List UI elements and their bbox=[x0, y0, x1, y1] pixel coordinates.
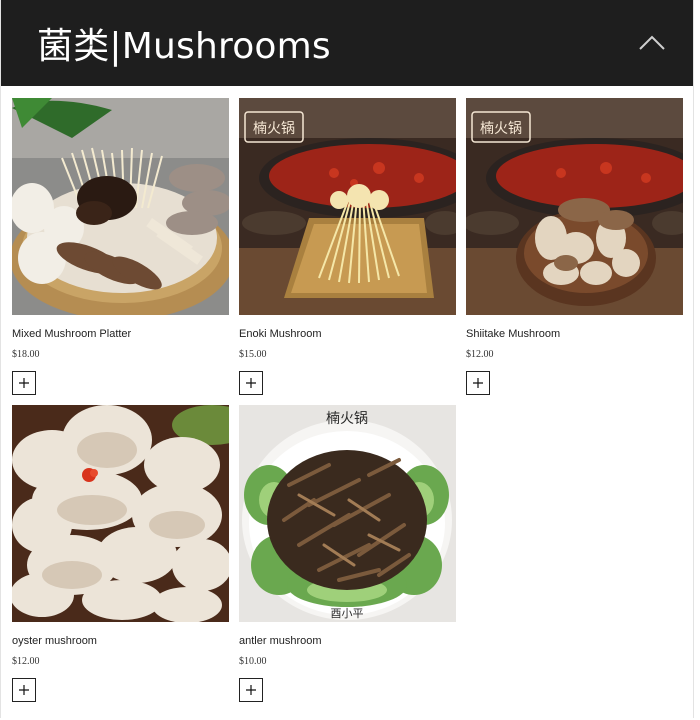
product-name: oyster mushroom bbox=[12, 635, 97, 647]
product-price: $15.00 bbox=[239, 349, 267, 360]
product-name: Shiitake Mushroom bbox=[466, 328, 561, 340]
add-to-cart-button[interactable] bbox=[12, 371, 36, 395]
product-grid: Mixed Mushroom Platter $18.00 楠火锅 Enoki … bbox=[1, 86, 693, 702]
plus-icon bbox=[246, 685, 256, 695]
product-name: Mixed Mushroom Platter bbox=[12, 328, 132, 340]
svg-text:酉小平: 酉小平 bbox=[331, 607, 364, 620]
add-to-cart-button[interactable] bbox=[12, 678, 36, 702]
product-card[interactable]: 楠火锅 Shiitake Mushroom $12.00 bbox=[466, 98, 683, 395]
add-to-cart-button[interactable] bbox=[239, 371, 263, 395]
product-price: $10.00 bbox=[239, 656, 267, 667]
shiitake-mushroom-photo[interactable]: 楠火锅 bbox=[466, 98, 683, 315]
add-to-cart-button[interactable] bbox=[466, 371, 490, 395]
add-to-cart-button[interactable] bbox=[239, 678, 263, 702]
plus-icon bbox=[473, 378, 483, 388]
svg-text:楠火锅: 楠火锅 bbox=[326, 411, 368, 427]
product-name: antler mushroom bbox=[239, 635, 322, 647]
category-header[interactable]: 菌类|Mushrooms bbox=[1, 0, 693, 86]
svg-text:楠火锅: 楠火锅 bbox=[480, 121, 522, 137]
mixed-mushroom-platter-photo[interactable] bbox=[12, 98, 229, 315]
enoki-mushroom-photo[interactable]: 楠火锅 bbox=[239, 98, 456, 315]
product-card[interactable]: Mixed Mushroom Platter $18.00 bbox=[12, 98, 229, 395]
product-price: $18.00 bbox=[12, 349, 40, 360]
menu-category-panel: 菌类|Mushrooms Mixed Mushroom Platter $18.… bbox=[0, 0, 694, 718]
plus-icon bbox=[19, 378, 29, 388]
antler-mushroom-photo[interactable]: 楠火锅 酉小平 bbox=[239, 405, 456, 622]
product-price: $12.00 bbox=[466, 349, 494, 360]
product-card[interactable]: oyster mushroom $12.00 bbox=[12, 405, 229, 702]
svg-text:楠火锅: 楠火锅 bbox=[253, 121, 295, 137]
chevron-up-icon[interactable] bbox=[637, 28, 667, 58]
plus-icon bbox=[19, 685, 29, 695]
category-title: 菌类|Mushrooms bbox=[37, 26, 331, 67]
product-card[interactable]: 楠火锅 酉小平 antler mushroom $10.00 bbox=[239, 405, 456, 702]
product-card[interactable]: 楠火锅 Enoki Mushroom $15.00 bbox=[239, 98, 456, 395]
product-price: $12.00 bbox=[12, 656, 40, 667]
oyster-mushroom-photo[interactable] bbox=[12, 405, 229, 622]
product-name: Enoki Mushroom bbox=[239, 328, 322, 340]
plus-icon bbox=[246, 378, 256, 388]
